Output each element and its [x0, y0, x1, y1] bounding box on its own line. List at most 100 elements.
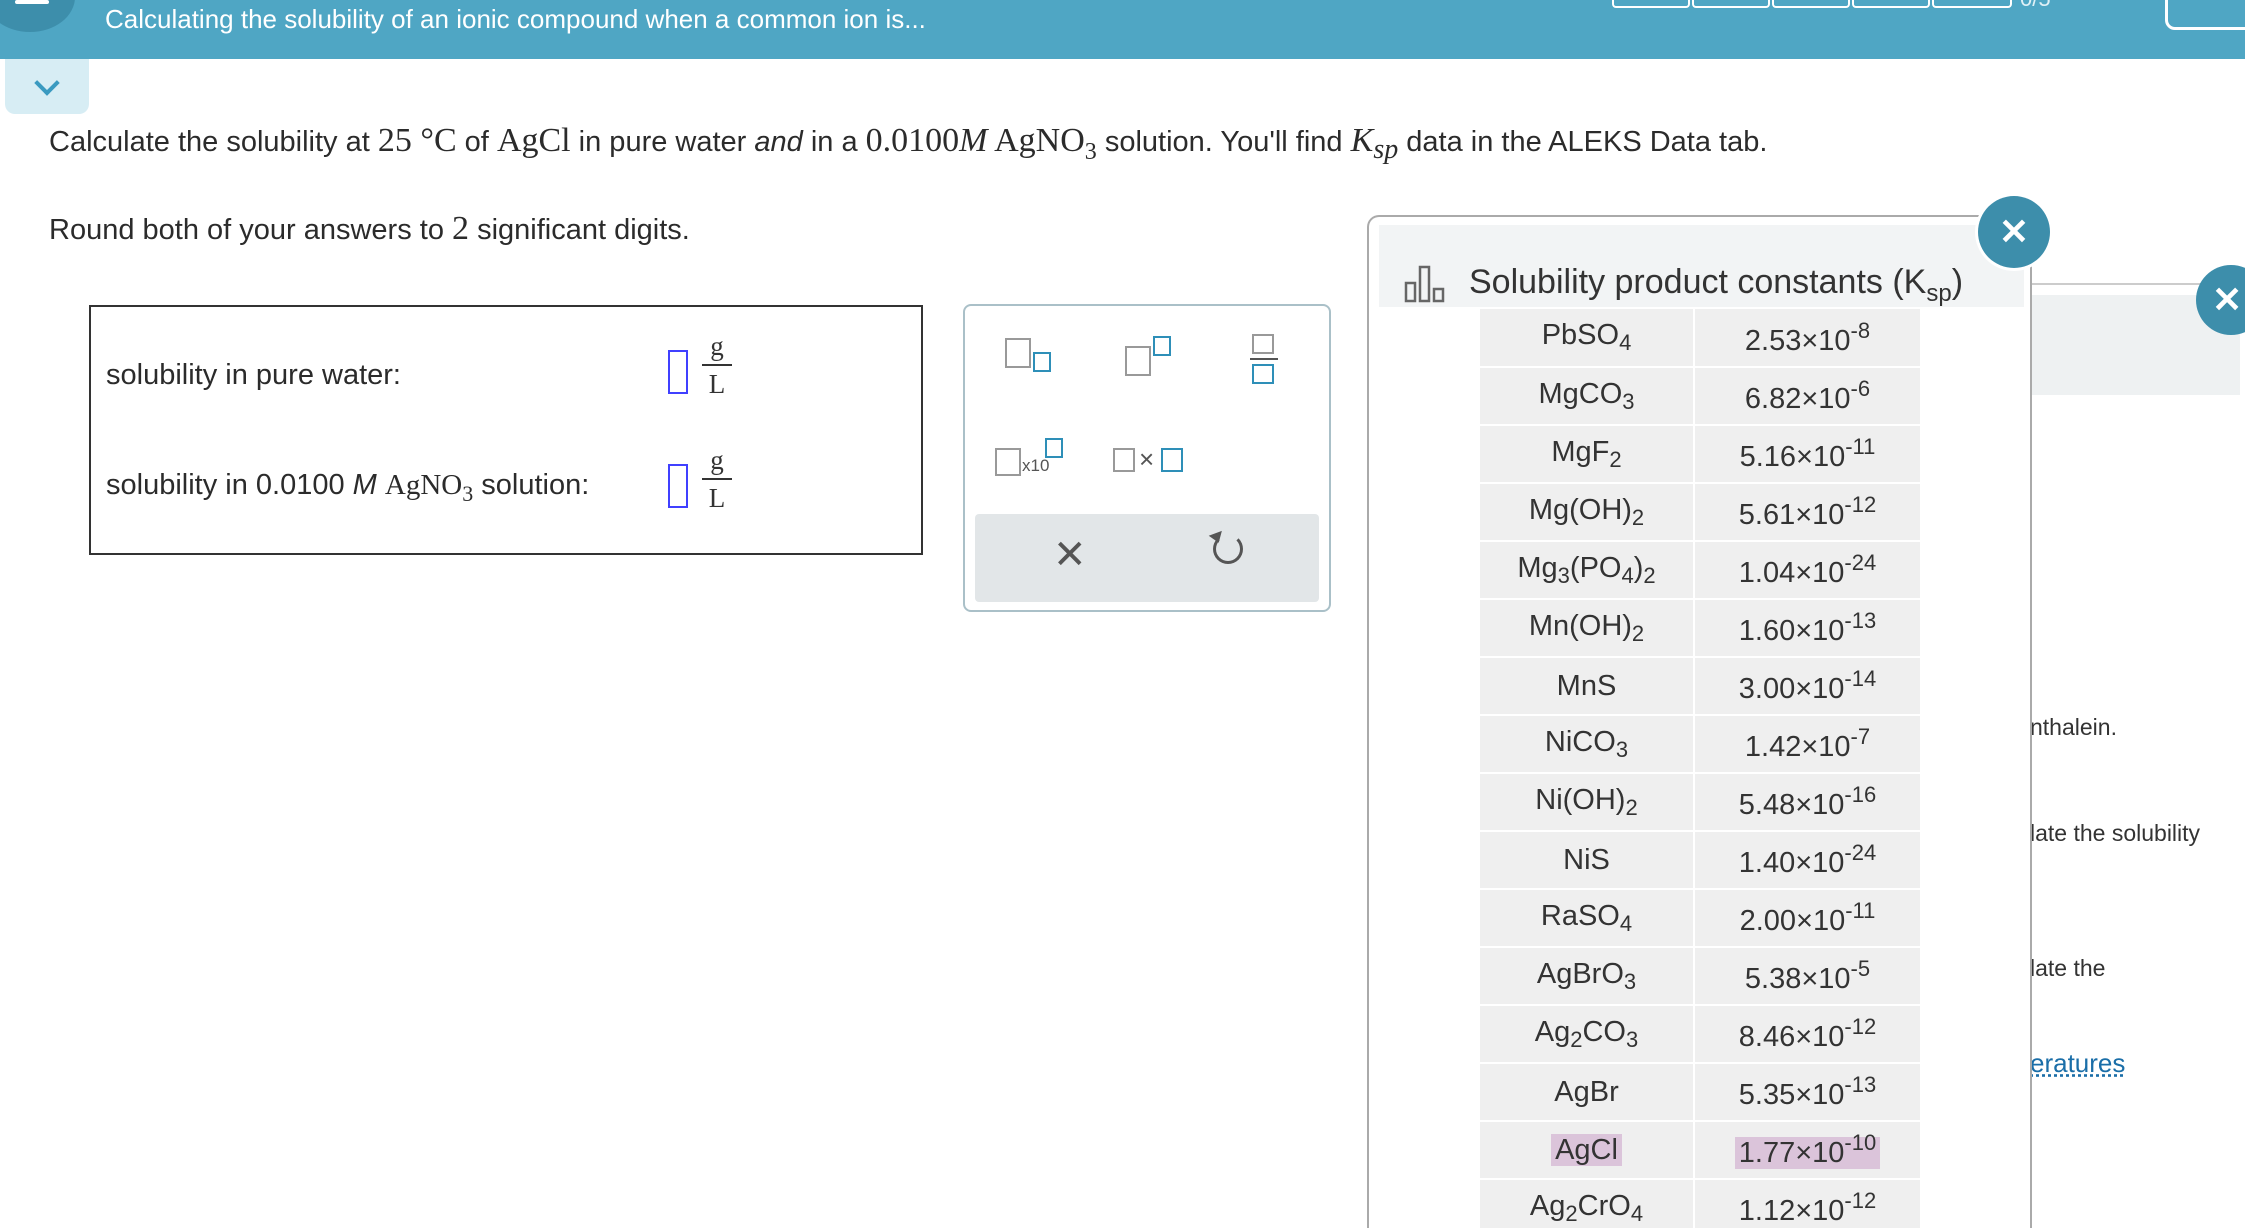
- answer-box: solubility in pure water: g L solubility…: [89, 305, 923, 555]
- sig-digits: 2: [452, 210, 470, 247]
- ksp-table: PbSO4 2.53×10-8 MgCO3 6.82×10-6 MgF2 5.16×10-…: [1480, 309, 1920, 1228]
- ksp-formula-cell: MgCO3: [1480, 367, 1695, 426]
- question-part: of: [456, 126, 497, 158]
- background-text: late the solubility: [2030, 820, 2201, 846]
- ksp-value: 5.35×10-13: [1738, 1072, 1877, 1111]
- salt-subscript: 3: [462, 480, 474, 506]
- ksp-value: 5.38×10-5: [1744, 956, 1871, 995]
- ksp-value-cell: 1.42×10-7: [1694, 715, 1920, 774]
- question-part: Round both of your answers to: [49, 214, 453, 246]
- ksp-data-panel: Solubility product constants (Ksp) PbSO4…: [1367, 215, 2032, 1228]
- ksp-value-cell: 1.40×10-24: [1694, 831, 1920, 890]
- formula-text: Ni(OH)2: [1535, 783, 1638, 820]
- ksp-value-cell: 3.00×10-14: [1694, 657, 1920, 716]
- menu-icon[interactable]: [0, 0, 75, 32]
- ksp-table-row: AgCl 1.77×10-10: [1480, 1121, 1920, 1180]
- math-palette: x10 × ✕: [963, 304, 1331, 612]
- progress-count: 0/5: [2020, 0, 2051, 12]
- ksp-value: 8.46×10-12: [1738, 1014, 1877, 1053]
- salt-subscript: 3: [1084, 138, 1097, 165]
- undo-icon[interactable]: [1213, 534, 1243, 564]
- fraction-bar: [702, 364, 732, 366]
- formula-text: PbSO4: [1541, 319, 1632, 355]
- salt-base: AgNO: [384, 469, 463, 501]
- ksp-formula-cell: Mn(OH)2: [1480, 599, 1695, 658]
- ksp-value-cell: 1.04×10-24: [1694, 541, 1920, 600]
- times-symbol: ×: [1139, 444, 1155, 474]
- ksp-formula-cell: AgBr: [1480, 1063, 1695, 1122]
- scientific-notation-button[interactable]: x10: [995, 438, 1067, 478]
- ksp-table-row: PbSO4 2.53×10-8: [1480, 309, 1920, 368]
- formula-text: RaSO4: [1540, 899, 1633, 936]
- multiply-button[interactable]: ×: [1113, 444, 1189, 476]
- ksp-value-cell: 1.60×10-13: [1694, 599, 1920, 658]
- formula-text: Ag2CrO4: [1529, 1189, 1644, 1226]
- answer-input-pure-water[interactable]: [668, 350, 688, 394]
- collapse-button[interactable]: [5, 59, 89, 114]
- formula-text: MgCO3: [1538, 377, 1635, 414]
- label-part: solution:: [473, 469, 590, 501]
- ksp-value: 1.77×10-10: [1734, 1130, 1881, 1169]
- ksp-value: 1.12×10-12: [1738, 1188, 1877, 1227]
- temperature: 25 °C: [377, 122, 457, 159]
- answer-input-agno3[interactable]: [668, 464, 688, 508]
- ksp-formula-cell: PbSO4: [1480, 309, 1695, 368]
- question-part: in pure water: [570, 126, 755, 158]
- ksp-table-row: NiS 1.40×10-24: [1480, 831, 1920, 890]
- ksp-value: 5.61×10-12: [1738, 492, 1877, 531]
- ksp-value-cell: 2.53×10-8: [1694, 309, 1920, 368]
- ksp-formula-cell: AgCl: [1480, 1121, 1695, 1180]
- progress-segment: [1772, 0, 1850, 8]
- ksp-value: 5.16×10-11: [1739, 434, 1876, 473]
- ksp-table-row: MnS 3.00×10-14: [1480, 657, 1920, 716]
- progress-segment: [1852, 0, 1930, 8]
- background-link[interactable]: eratures: [2030, 1048, 2125, 1079]
- molar-unit: M: [959, 122, 988, 159]
- fraction-button[interactable]: [1250, 334, 1280, 388]
- ksp-table-row: Mn(OH)2 1.60×10-13: [1480, 599, 1920, 658]
- ksp-table-row: AgBrO3 5.38×10-5: [1480, 947, 1920, 1006]
- formula-text: Mg(OH)2: [1528, 493, 1645, 530]
- chevron-down-icon: [34, 69, 60, 96]
- formula-text: NiS: [1563, 843, 1610, 876]
- clear-icon[interactable]: ✕: [1053, 532, 1087, 578]
- question-part: in a: [802, 126, 866, 158]
- unit-numerator: g: [710, 445, 724, 475]
- ksp-table-row: AgBr 5.35×10-13: [1480, 1063, 1920, 1122]
- ksp-value: 1.60×10-13: [1738, 608, 1877, 647]
- salt-base: AgNO: [994, 122, 1085, 159]
- ksp-value: 1.42×10-7: [1744, 724, 1871, 763]
- top-bar: Calculating the solubility of an ionic c…: [0, 0, 2245, 59]
- question-text: Calculate the solubility at 25 °C of AgC…: [49, 122, 1767, 166]
- ksp-formula-cell: RaSO4: [1480, 889, 1695, 948]
- ksp-value: 2.53×10-8: [1744, 317, 1871, 357]
- unit-denominator: L: [708, 369, 726, 399]
- superscript-button[interactable]: [1125, 336, 1175, 378]
- ksp-table-row: Ag2CrO4 1.12×10-12: [1480, 1179, 1920, 1228]
- ksp-value-cell: 5.48×10-16: [1694, 773, 1920, 832]
- ksp-formula-cell: Ag2CO3: [1480, 1005, 1695, 1064]
- ksp-value-cell: 2.00×10-11: [1694, 889, 1920, 948]
- top-right-button[interactable]: [2165, 0, 2245, 30]
- progress-segment: [1612, 0, 1690, 8]
- unit-numerator: g: [710, 331, 724, 361]
- ksp-table-row: Mg(OH)2 5.61×10-12: [1480, 483, 1920, 542]
- formula-text: Mn(OH)2: [1528, 609, 1645, 646]
- ksp-symbol: K: [1350, 122, 1374, 159]
- subscript-button[interactable]: [1005, 338, 1055, 378]
- formula-text: NiCO3: [1544, 725, 1629, 762]
- ksp-table-row: RaSO4 2.00×10-11: [1480, 889, 1920, 948]
- topic-title: Calculating the solubility of an ionic c…: [105, 4, 926, 34]
- ksp-formula-cell: NiCO3: [1480, 715, 1695, 774]
- formula-text: AgBr: [1554, 1075, 1619, 1108]
- question-part: significant digits.: [469, 214, 690, 246]
- ksp-value-cell: 5.38×10-5: [1694, 947, 1920, 1006]
- ksp-value: 1.04×10-24: [1738, 550, 1877, 589]
- ksp-panel-close-icon[interactable]: ✕: [1978, 196, 2050, 268]
- ksp-value-cell: 5.16×10-11: [1694, 425, 1920, 484]
- ksp-table-row: Ag2CO3 8.46×10-12: [1480, 1005, 1920, 1064]
- unit-fraction: g L: [702, 332, 732, 398]
- ksp-formula-cell: NiS: [1480, 831, 1695, 890]
- formula-text: Ag2CO3: [1534, 1015, 1639, 1052]
- ksp-panel-header: Solubility product constants (Ksp): [1379, 225, 2024, 307]
